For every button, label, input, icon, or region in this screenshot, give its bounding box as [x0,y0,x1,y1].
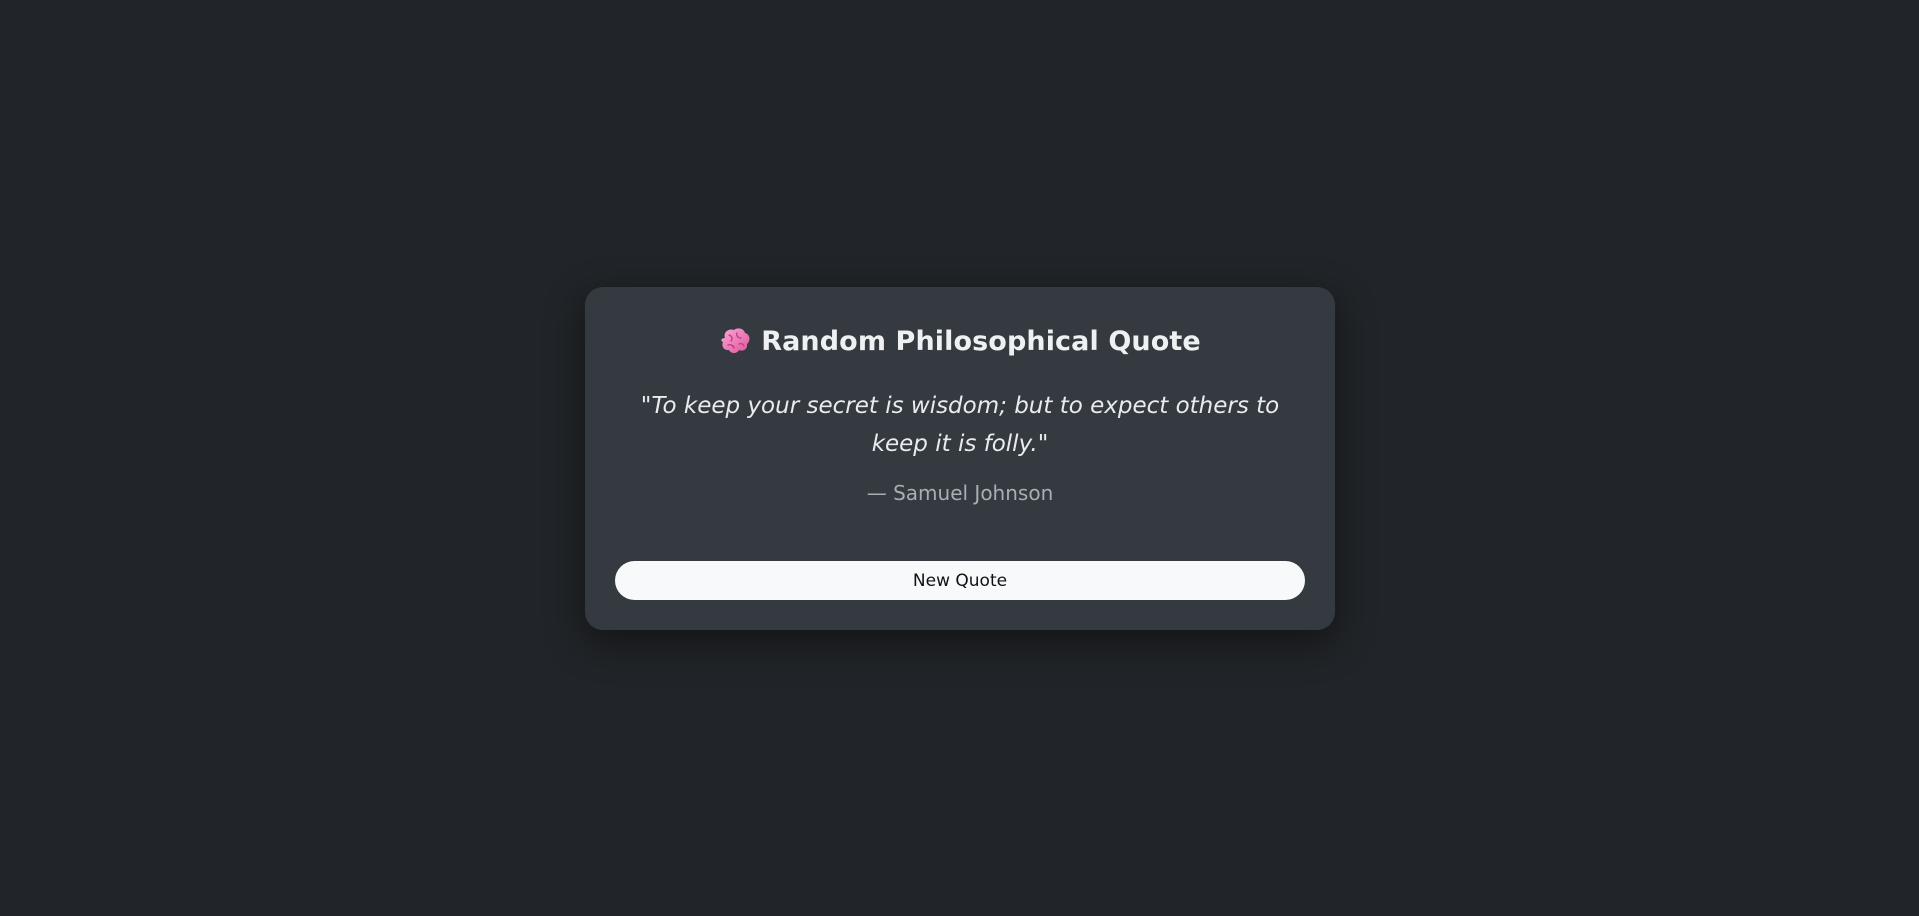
card-header: Random Philosophical Quote [585,321,1335,361]
brain-icon [719,326,751,356]
quote-text: "To keep your secret is wisdom; but to e… [640,393,1280,457]
quote-author: — Samuel Johnson [866,481,1054,505]
page-title: Random Philosophical Quote [761,325,1201,357]
page: Random Philosophical Quote "To keep your… [0,0,1919,916]
new-quote-button[interactable]: New Quote [615,561,1305,600]
quote-card: Random Philosophical Quote "To keep your… [585,287,1335,630]
